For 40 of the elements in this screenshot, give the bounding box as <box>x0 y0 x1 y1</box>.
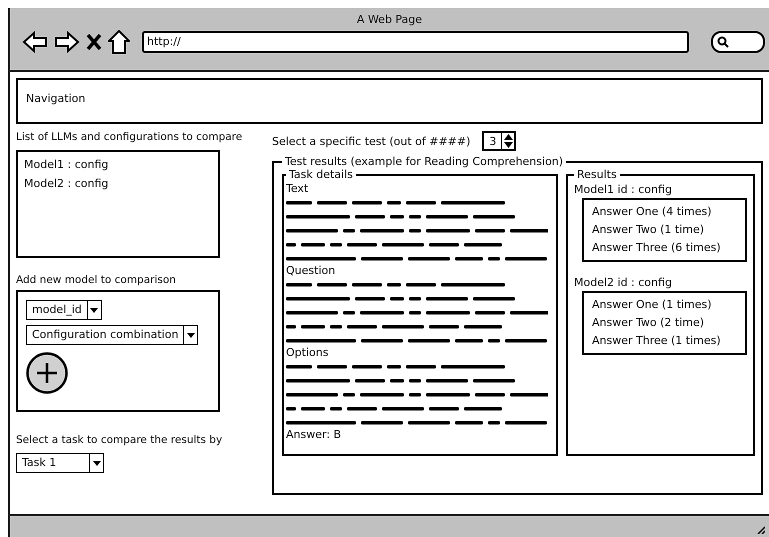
resize-grip-icon[interactable] <box>757 526 765 534</box>
task-dropdown[interactable]: Task 1 <box>16 453 104 473</box>
models-list-label: List of LLMs and configurations to compare <box>16 131 244 143</box>
search-icon <box>717 36 729 48</box>
section-heading: Question <box>286 264 336 277</box>
section-heading: Options <box>286 346 330 359</box>
section-heading: Text <box>286 182 310 195</box>
navigation-label: Navigation <box>26 92 86 105</box>
model-list-item[interactable]: Model1 : config <box>24 156 212 175</box>
caret-icon <box>186 332 195 338</box>
window-title: A Web Page <box>356 12 424 26</box>
answer-text: Answer: B <box>286 428 342 441</box>
answer-item: Answer Two (1 time) <box>592 222 706 238</box>
back-icon[interactable] <box>22 31 48 53</box>
search-field[interactable] <box>711 31 765 53</box>
add-button[interactable] <box>26 352 68 394</box>
model-dropdown[interactable]: model_id <box>26 300 102 320</box>
config-dropdown[interactable]: Configuration combination <box>26 325 198 345</box>
answer-item: Answer One (1 times) <box>592 297 713 313</box>
model-name: Model2 id : config <box>574 276 673 289</box>
add-model-label: Add new model to comparison <box>16 274 177 286</box>
model-name: Model1 id : config <box>574 183 673 196</box>
answer-item: Answer Three (1 times) <box>592 333 722 349</box>
test-results-title: Test results (example for Reading Comprehension) <box>284 155 564 168</box>
answer-item: Answer Two (2 time) <box>592 315 706 331</box>
results-title: Results <box>576 168 618 181</box>
test-select-label: Select a specific test (out of ####) <box>272 134 470 148</box>
caret-icon <box>90 308 98 312</box>
answer-item: Answer Three (6 times) <box>592 240 722 256</box>
address-field[interactable]: http:// <box>142 31 689 53</box>
task-details-title: Task details <box>288 168 354 181</box>
home-icon[interactable] <box>108 30 130 54</box>
close-icon[interactable] <box>86 33 102 51</box>
task-select-label: Select a task to compare the results by <box>16 434 224 446</box>
answer-item: Answer One (4 times) <box>592 204 713 220</box>
test-number-stepper[interactable]: 3 <box>482 131 516 151</box>
forward-icon[interactable] <box>54 31 80 53</box>
caret-icon <box>92 460 100 466</box>
spinner-icon <box>504 134 513 148</box>
model-list-item[interactable]: Model2 : config <box>24 175 212 194</box>
